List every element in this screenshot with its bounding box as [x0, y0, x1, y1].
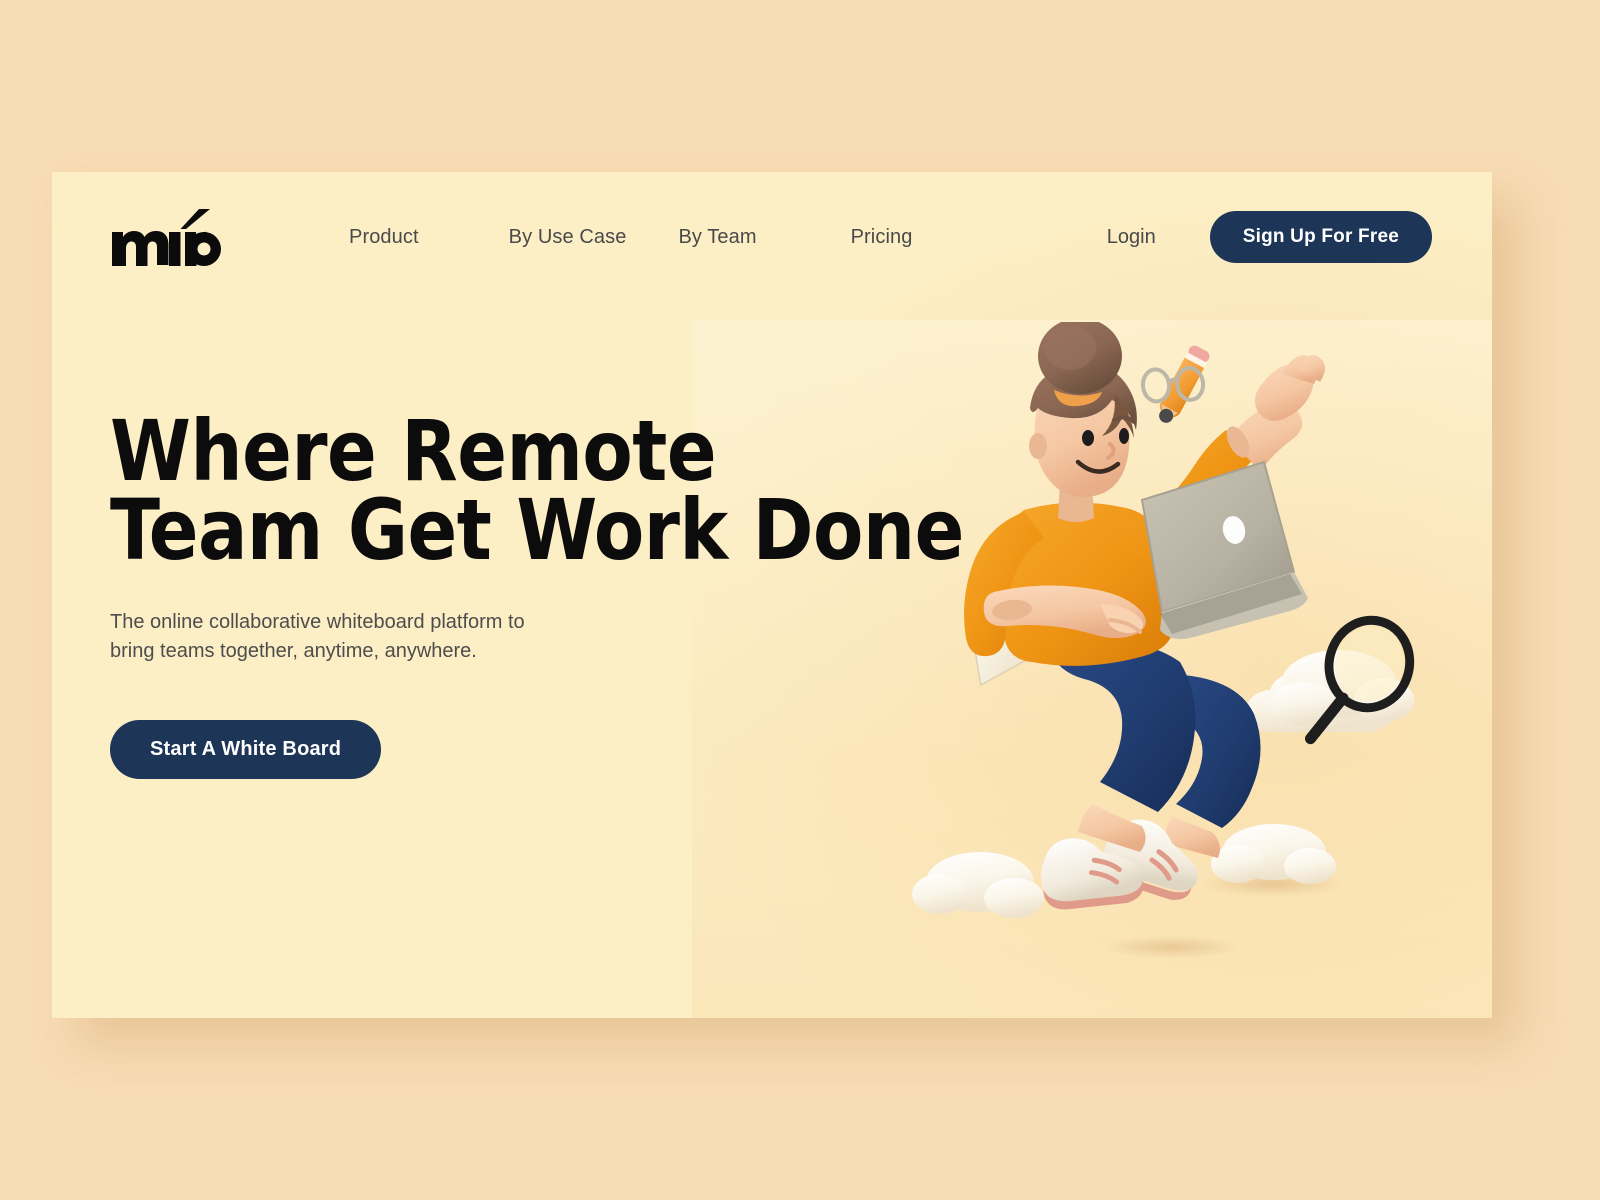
nav-item-product[interactable]: Product [349, 218, 419, 257]
page-root: Product By Use Case By Team Pricing Logi… [0, 0, 1600, 1200]
page-title: Where Remote Team Get Work Done [110, 402, 964, 579]
miro-logo[interactable] [110, 207, 225, 267]
start-whiteboard-button[interactable]: Start A White Board [110, 719, 382, 779]
hero-card: Product By Use Case By Team Pricing Logi… [52, 172, 1492, 1018]
login-link[interactable]: Login [1107, 226, 1156, 249]
shadow-shoe [1102, 935, 1242, 959]
figure-raised-arm [1226, 354, 1325, 472]
laptop-icon [1140, 460, 1308, 639]
hero-copy: Where Remote Team Get Work Done The onli… [110, 402, 1010, 779]
nav-item-by-team[interactable]: By Team [678, 218, 756, 257]
figure-head [1029, 322, 1137, 522]
sign-up-button[interactable]: Sign Up For Free [1209, 211, 1432, 263]
cloud-left-icon [912, 852, 1044, 918]
nav-item-by-use-case[interactable]: By Use Case [509, 218, 627, 257]
nav-item-pricing[interactable]: Pricing [851, 218, 913, 257]
top-navigation: Product By Use Case By Team Pricing Logi… [52, 172, 1492, 302]
nav-actions: Login Sign Up For Free [1107, 211, 1432, 263]
nav-links: Product By Use Case By Team Pricing [349, 218, 912, 257]
cloud-bottom-icon [1211, 824, 1336, 884]
hero-subtitle: The online collaborative whiteboard plat… [110, 610, 525, 662]
